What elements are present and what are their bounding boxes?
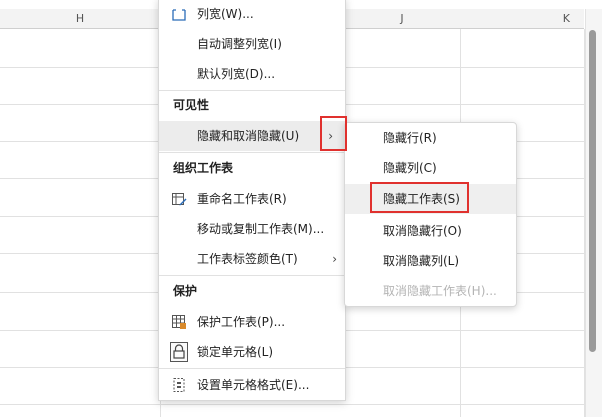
menu-separator — [159, 152, 345, 153]
highlight-box-hide-sheet — [370, 182, 469, 213]
lock-icon — [170, 342, 188, 362]
menu-item-rename-sheet[interactable]: 重命名工作表(R) — [159, 184, 345, 214]
context-menu: 列宽(W)... 自动调整列宽(I) 默认列宽(D)... 可见性 隐藏和取消隐… — [158, 0, 346, 401]
protect-sheet-icon — [172, 315, 186, 329]
submenu-item-unhide-sheet: 取消隐藏工作表(H)... — [383, 284, 497, 298]
scrollbar-thumb[interactable] — [589, 30, 596, 352]
menu-item-default-width[interactable]: 默认列宽(D)... — [159, 59, 345, 89]
section-organize: 组织工作表 — [173, 161, 234, 175]
menu-item-lock-cell[interactable]: 锁定单元格(L) — [159, 337, 345, 367]
column-header-j[interactable]: J — [344, 9, 460, 29]
submenu-item-hide-column[interactable]: 隐藏列(C) — [345, 153, 516, 183]
grid-line — [0, 404, 584, 405]
menu-item-hide-unhide[interactable]: 隐藏和取消隐藏(U) › — [159, 121, 345, 151]
submenu-item-unhide-column[interactable]: 取消隐藏列(L) — [345, 246, 516, 276]
highlight-box-arrow — [320, 116, 347, 151]
menu-item-format-cells[interactable]: 设置单元格格式(E)... — [159, 370, 345, 400]
menu-item-autofit-column[interactable]: 自动调整列宽(I) — [159, 29, 345, 59]
column-width-icon — [172, 9, 186, 21]
menu-separator — [159, 275, 345, 276]
menu-item-tab-color[interactable]: 工作表标签颜色(T) › — [159, 244, 345, 274]
menu-separator — [159, 368, 345, 369]
rename-sheet-icon — [172, 193, 187, 206]
chevron-right-icon: › — [332, 252, 337, 266]
column-header-k[interactable]: K — [460, 9, 584, 29]
menu-item-column-width[interactable]: 列宽(W)... — [159, 0, 345, 29]
submenu-item-hide-row[interactable]: 隐藏行(R) — [345, 123, 516, 153]
format-cells-icon — [173, 378, 185, 392]
section-protect: 保护 — [173, 284, 198, 298]
column-header-h[interactable]: H — [0, 9, 160, 29]
menu-separator — [159, 90, 345, 91]
submenu-item-unhide-row[interactable]: 取消隐藏行(O) — [345, 216, 516, 246]
menu-item-protect-sheet[interactable]: 保护工作表(P)... — [159, 307, 345, 337]
menu-item-move-copy-sheet[interactable]: 移动或复制工作表(M)... — [159, 214, 345, 244]
hide-unhide-submenu: 隐藏行(R) 隐藏列(C) 隐藏工作表(S) 取消隐藏行(O) 取消隐藏列(L)… — [344, 122, 517, 307]
section-visibility: 可见性 — [173, 98, 210, 112]
